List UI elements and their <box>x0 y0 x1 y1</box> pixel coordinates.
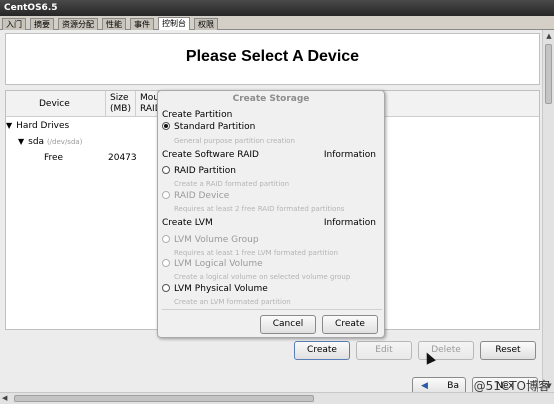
column-size[interactable]: Size (MB) <box>106 91 136 117</box>
tab-console[interactable]: 控制台 <box>158 17 190 30</box>
watermark: @51CTO博客 <box>473 379 550 393</box>
option-lvm-volume-group[interactable]: LVM Volume Group <box>162 235 259 245</box>
column-device-label: Device <box>39 99 70 109</box>
tree-row-hard-drives[interactable]: ▼ Hard Drives <box>6 121 69 131</box>
window-titlebar: CentOS6.5 <box>0 0 554 16</box>
radio-icon[interactable] <box>162 235 170 243</box>
option-standard-partition[interactable]: Standard Partition <box>162 122 255 132</box>
radio-icon[interactable] <box>162 191 170 199</box>
header-panel: Please Select A Device <box>5 33 540 85</box>
scrollbar-thumb[interactable] <box>14 395 314 402</box>
option-lvm-lv-label: LVM Logical Volume <box>174 259 263 269</box>
column-size-label: Size <box>110 93 129 103</box>
radio-icon[interactable] <box>162 284 170 292</box>
option-lvm-logical-volume[interactable]: LVM Logical Volume <box>162 259 263 269</box>
option-standard-label: Standard Partition <box>174 122 256 132</box>
radio-checked-icon[interactable] <box>162 122 170 130</box>
column-device[interactable]: Device <box>6 91 106 117</box>
tab-getting-started[interactable]: 入门 <box>2 18 26 30</box>
radio-icon[interactable] <box>162 259 170 267</box>
reset-button[interactable]: Reset <box>480 341 536 360</box>
expand-triangle-icon[interactable]: ▼ <box>18 137 24 146</box>
expand-triangle-icon[interactable]: ▼ <box>6 121 12 130</box>
option-raid-device-desc: Requires at least 2 free RAID formated p… <box>174 205 345 213</box>
raid-information-label: Information <box>323 150 376 160</box>
scrollbar-thumb[interactable] <box>545 44 552 104</box>
dialog-title: Create Storage <box>232 94 310 104</box>
tree-row-sda[interactable]: ▼ sda (/dev/sda) <box>18 137 82 147</box>
option-raid-device[interactable]: RAID Device <box>162 191 229 201</box>
option-lvm-pv-label: LVM Physical Volume <box>174 284 268 294</box>
hard-drives-label: Hard Drives <box>16 121 70 131</box>
tree-row-free[interactable]: Free <box>44 153 63 163</box>
option-raid-partition-label: RAID Partition <box>174 166 236 176</box>
create-button[interactable]: Create <box>294 341 350 360</box>
window-title: CentOS6.5 <box>4 3 58 13</box>
tab-resource-allocation[interactable]: 资源分配 <box>58 18 98 30</box>
edit-button[interactable]: Edit <box>356 341 412 360</box>
tab-events[interactable]: 事件 <box>130 18 154 30</box>
section-create-lvm: Create LVM <box>162 218 213 228</box>
column-size-unit: (MB) <box>110 104 131 114</box>
vertical-scrollbar[interactable]: ▲ ▼ <box>542 30 554 392</box>
lvm-information-label: Information <box>323 218 376 228</box>
option-lvm-pv-desc: Create an LVM formated partition <box>174 298 291 306</box>
back-button-label: Ba <box>447 381 459 391</box>
option-lvm-lv-desc: Create a logical volume on selected volu… <box>174 273 351 281</box>
option-lvm-vg-label: LVM Volume Group <box>174 235 259 245</box>
option-lvm-vg-desc: Requires at least 1 free LVM formated pa… <box>174 249 338 257</box>
disk-name: sda <box>28 137 45 147</box>
option-raid-partition[interactable]: RAID Partition <box>162 166 236 176</box>
dialog-separator <box>162 309 382 310</box>
section-create-raid: Create Software RAID <box>162 150 259 160</box>
section-create-partition: Create Partition <box>162 110 233 120</box>
horizontal-scrollbar[interactable]: ◀ <box>0 392 554 404</box>
tab-performance[interactable]: 性能 <box>102 18 126 30</box>
create-storage-dialog: Create Storage Create Partition Standard… <box>157 90 385 338</box>
scroll-up-icon[interactable]: ▲ <box>544 31 554 41</box>
scroll-left-icon[interactable]: ◀ <box>2 394 7 402</box>
tab-summary[interactable]: 摘要 <box>30 18 54 30</box>
disk-path: (/dev/sda) <box>46 138 83 146</box>
tab-permissions[interactable]: 权限 <box>194 18 218 30</box>
free-size-cell: 20473 <box>108 153 137 163</box>
dialog-create-button[interactable]: Create <box>322 315 378 334</box>
tab-bar: 入门 摘要 资源分配 性能 事件 控制台 权限 <box>0 16 554 30</box>
option-lvm-physical-volume[interactable]: LVM Physical Volume <box>162 284 268 294</box>
option-standard-desc: General purpose partition creation <box>174 137 295 145</box>
option-raid-device-label: RAID Device <box>174 191 230 201</box>
page-title: Please Select A Device <box>185 48 360 65</box>
free-label: Free <box>44 153 64 163</box>
option-raid-partition-desc: Create a RAID formated partition <box>174 180 290 188</box>
dialog-cancel-button[interactable]: Cancel <box>260 315 316 334</box>
radio-icon[interactable] <box>162 166 170 174</box>
